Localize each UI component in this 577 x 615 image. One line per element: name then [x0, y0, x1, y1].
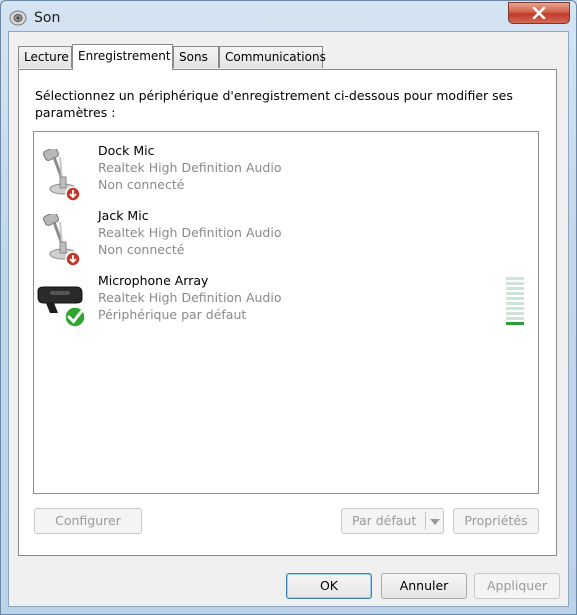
device-driver: Realtek High Definition Audio	[98, 225, 282, 240]
tab-sons[interactable]: Sons	[173, 46, 219, 68]
level-segment	[506, 287, 524, 290]
tab-communications[interactable]: Communications	[219, 46, 326, 68]
level-segment	[506, 317, 524, 320]
device-driver: Realtek High Definition Audio	[98, 160, 282, 175]
title-bar[interactable]: Son	[1, 1, 576, 35]
device-name: Dock Mic	[98, 143, 155, 158]
apply-button[interactable]: Appliquer	[474, 573, 560, 599]
level-segment	[506, 282, 524, 285]
level-segment	[506, 277, 524, 280]
sound-dialog: Son Lecture Enregistrement Sons Communic…	[0, 0, 577, 615]
list-item[interactable]: Microphone Array Realtek High Definition…	[34, 273, 538, 333]
list-item[interactable]: Jack Mic Realtek High Definition Audio N…	[34, 208, 538, 268]
dialog-client-area: Lecture Enregistrement Sons Communicatio…	[8, 31, 569, 607]
level-segment	[506, 297, 524, 300]
split-divider	[425, 512, 426, 530]
instruction-text: Sélectionnez un périphérique d'enregistr…	[35, 88, 513, 120]
recording-panel: Sélectionnez un périphérique d'enregistr…	[18, 69, 557, 556]
speaker-icon	[9, 10, 27, 26]
chevron-down-icon[interactable]	[430, 519, 440, 525]
close-icon	[532, 7, 546, 19]
level-segment	[506, 312, 524, 315]
close-button[interactable]	[508, 2, 570, 24]
level-meter	[506, 277, 524, 328]
set-default-label: Par défaut	[352, 513, 417, 528]
device-name: Jack Mic	[98, 208, 149, 223]
cancel-button[interactable]: Annuler	[381, 573, 467, 599]
properties-button[interactable]: Propriétés	[453, 508, 539, 534]
window-title: Son	[34, 10, 61, 26]
device-status: Périphérique par défaut	[98, 307, 247, 322]
configure-button[interactable]: Configurer	[34, 508, 142, 534]
list-item[interactable]: Dock Mic Realtek High Definition Audio N…	[34, 143, 538, 203]
device-name: Microphone Array	[98, 273, 209, 288]
level-segment	[506, 292, 524, 295]
level-segment	[506, 322, 524, 325]
device-status: Non connecté	[98, 177, 185, 192]
device-driver: Realtek High Definition Audio	[98, 290, 282, 305]
ok-button[interactable]: OK	[286, 573, 372, 599]
microphone-icon	[43, 149, 81, 201]
level-segment	[506, 302, 524, 305]
tab-lecture[interactable]: Lecture	[18, 46, 72, 68]
level-segment	[506, 307, 524, 310]
microphone-icon	[43, 214, 81, 266]
microphone-array-icon	[37, 286, 86, 328]
device-status: Non connecté	[98, 242, 185, 257]
device-list[interactable]: Dock Mic Realtek High Definition Audio N…	[33, 131, 539, 494]
tab-enregistrement[interactable]: Enregistrement	[72, 44, 173, 70]
set-default-split-button[interactable]: Par défaut	[341, 508, 444, 534]
